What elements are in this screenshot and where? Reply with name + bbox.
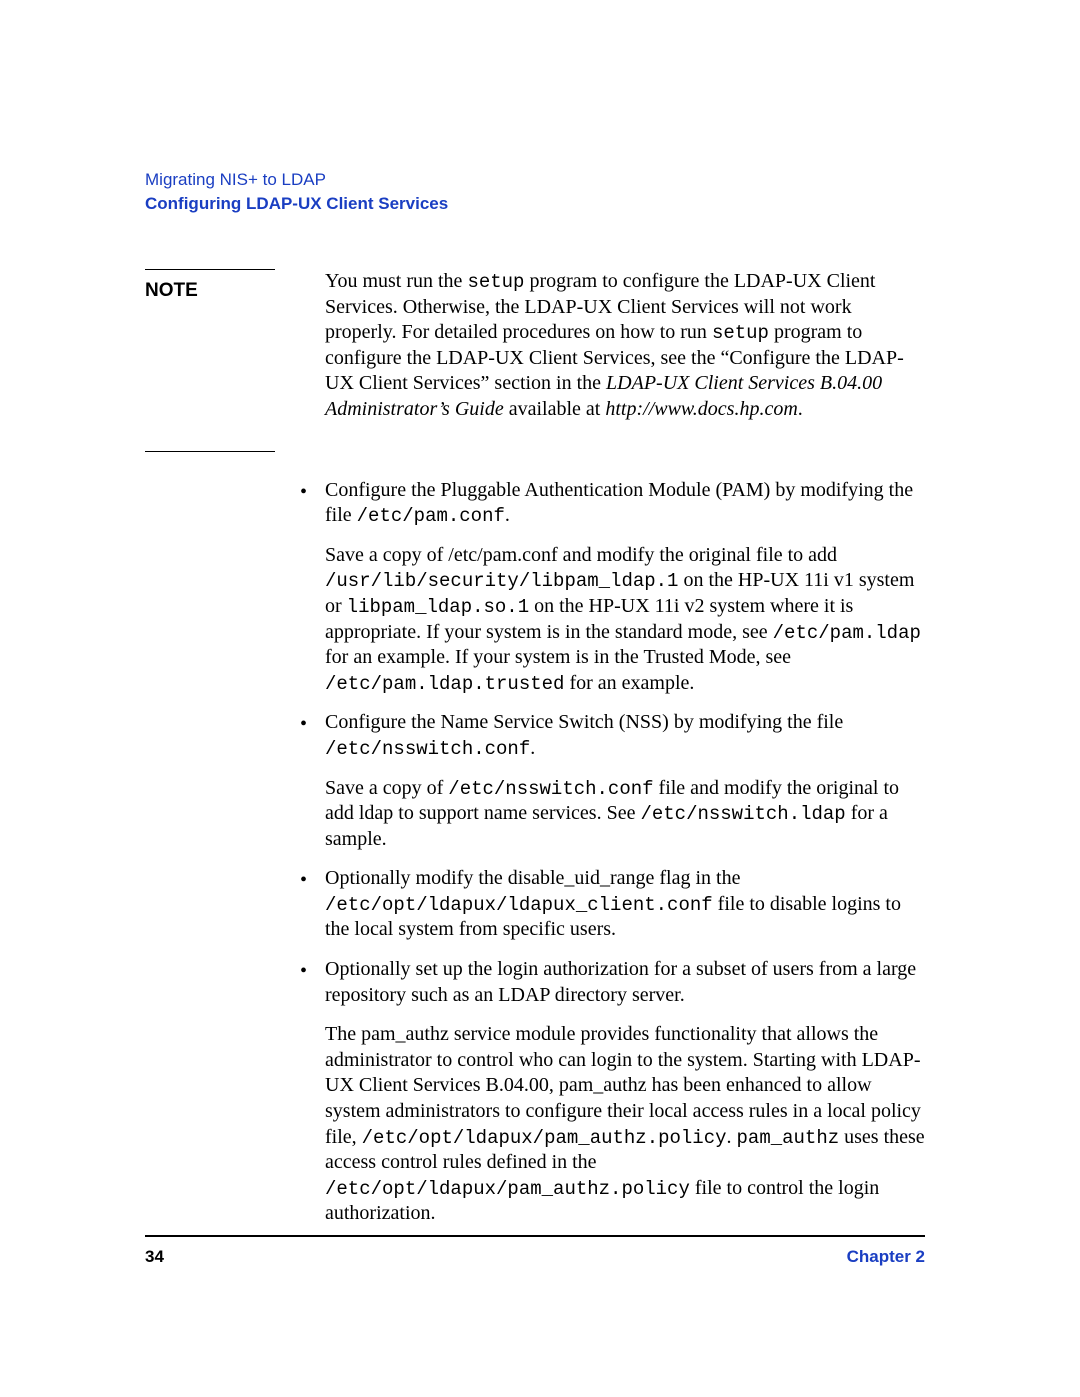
page-footer: 34 Chapter 2 — [145, 1235, 925, 1267]
body-text: . — [727, 1126, 737, 1148]
body-text: . — [505, 504, 510, 526]
list-item: • Configure the Pluggable Authentication… — [300, 478, 925, 529]
body-text: Optionally set up the login authorizatio… — [325, 958, 916, 1006]
code-text: libpam_ldap.so.1 — [347, 596, 529, 618]
paragraph: Save a copy of /etc/pam.conf and modify … — [325, 543, 925, 697]
body-text: for an example. — [564, 672, 694, 694]
code-text: setup — [712, 322, 769, 344]
bullet-text: Optionally modify the disable_uid_range … — [325, 866, 925, 943]
bullet-icon: • — [300, 478, 325, 529]
code-text: /etc/opt/ldapux/pam_authz.policy — [362, 1127, 727, 1149]
horizontal-rule — [145, 269, 275, 270]
body-text: . — [530, 737, 535, 759]
body-text: Save a copy of — [325, 777, 448, 799]
code-text: /etc/nsswitch.ldap — [640, 803, 845, 825]
bullet-icon: • — [300, 710, 325, 761]
bullet-text: Configure the Name Service Switch (NSS) … — [325, 710, 925, 761]
code-text: /etc/opt/ldapux/ldapux_client.conf — [325, 894, 713, 916]
code-text: /etc/pam.ldap — [773, 622, 921, 644]
horizontal-rule — [145, 1235, 925, 1237]
code-text: setup — [467, 271, 524, 293]
code-text: /etc/nsswitch.conf — [325, 738, 530, 760]
note-text: You must run the — [325, 270, 467, 292]
body-text: for an example. If your system is in the… — [325, 646, 791, 668]
bullet-text: Configure the Pluggable Authentication M… — [325, 478, 925, 529]
note-block: NOTE You must run the setup program to c… — [145, 269, 925, 423]
list-item: • Optionally modify the disable_uid_rang… — [300, 866, 925, 943]
body-column: • Configure the Pluggable Authentication… — [300, 478, 925, 1227]
section-heading: Configuring LDAP-UX Client Services — [145, 194, 925, 214]
horizontal-rule — [145, 451, 275, 452]
list-item: • Optionally set up the login authorizat… — [300, 957, 925, 1008]
body-text: Configure the Name Service Switch (NSS) … — [325, 711, 843, 733]
code-text: pam_authz — [737, 1127, 840, 1149]
paragraph: The pam_authz service module provides fu… — [325, 1022, 925, 1227]
body-text: Optionally modify the disable_uid_range … — [325, 867, 740, 889]
chapter-link[interactable]: Chapter 2 — [847, 1247, 925, 1267]
bullet-text: Optionally set up the login authorizatio… — [325, 957, 925, 1008]
note-left-column: NOTE — [145, 269, 325, 423]
note-text: available at — [504, 398, 606, 420]
body-text: Save a copy of /etc/pam.conf and modify … — [325, 544, 837, 566]
bullet-icon: • — [300, 866, 325, 943]
code-text: /etc/opt/ldapux/pam_authz.policy — [325, 1178, 690, 1200]
note-label: NOTE — [145, 280, 325, 302]
breadcrumb[interactable]: Migrating NIS+ to LDAP — [145, 170, 925, 190]
code-text: /etc/pam.ldap.trusted — [325, 673, 564, 695]
page-number: 34 — [145, 1247, 164, 1267]
list-item: • Configure the Name Service Switch (NSS… — [300, 710, 925, 761]
paragraph: Save a copy of /etc/nsswitch.conf file a… — [325, 776, 925, 853]
footer-row: 34 Chapter 2 — [145, 1247, 925, 1267]
page: Migrating NIS+ to LDAP Configuring LDAP-… — [0, 0, 1080, 1227]
note-body: You must run the setup program to config… — [325, 269, 925, 423]
note-text: . — [798, 398, 803, 420]
code-text: /usr/lib/security/libpam_ldap.1 — [325, 570, 678, 592]
emphasis-text: http://www.docs.hp.com — [605, 398, 797, 420]
code-text: /etc/nsswitch.conf — [448, 778, 653, 800]
bullet-icon: • — [300, 957, 325, 1008]
code-text: /etc/pam.conf — [357, 505, 505, 527]
